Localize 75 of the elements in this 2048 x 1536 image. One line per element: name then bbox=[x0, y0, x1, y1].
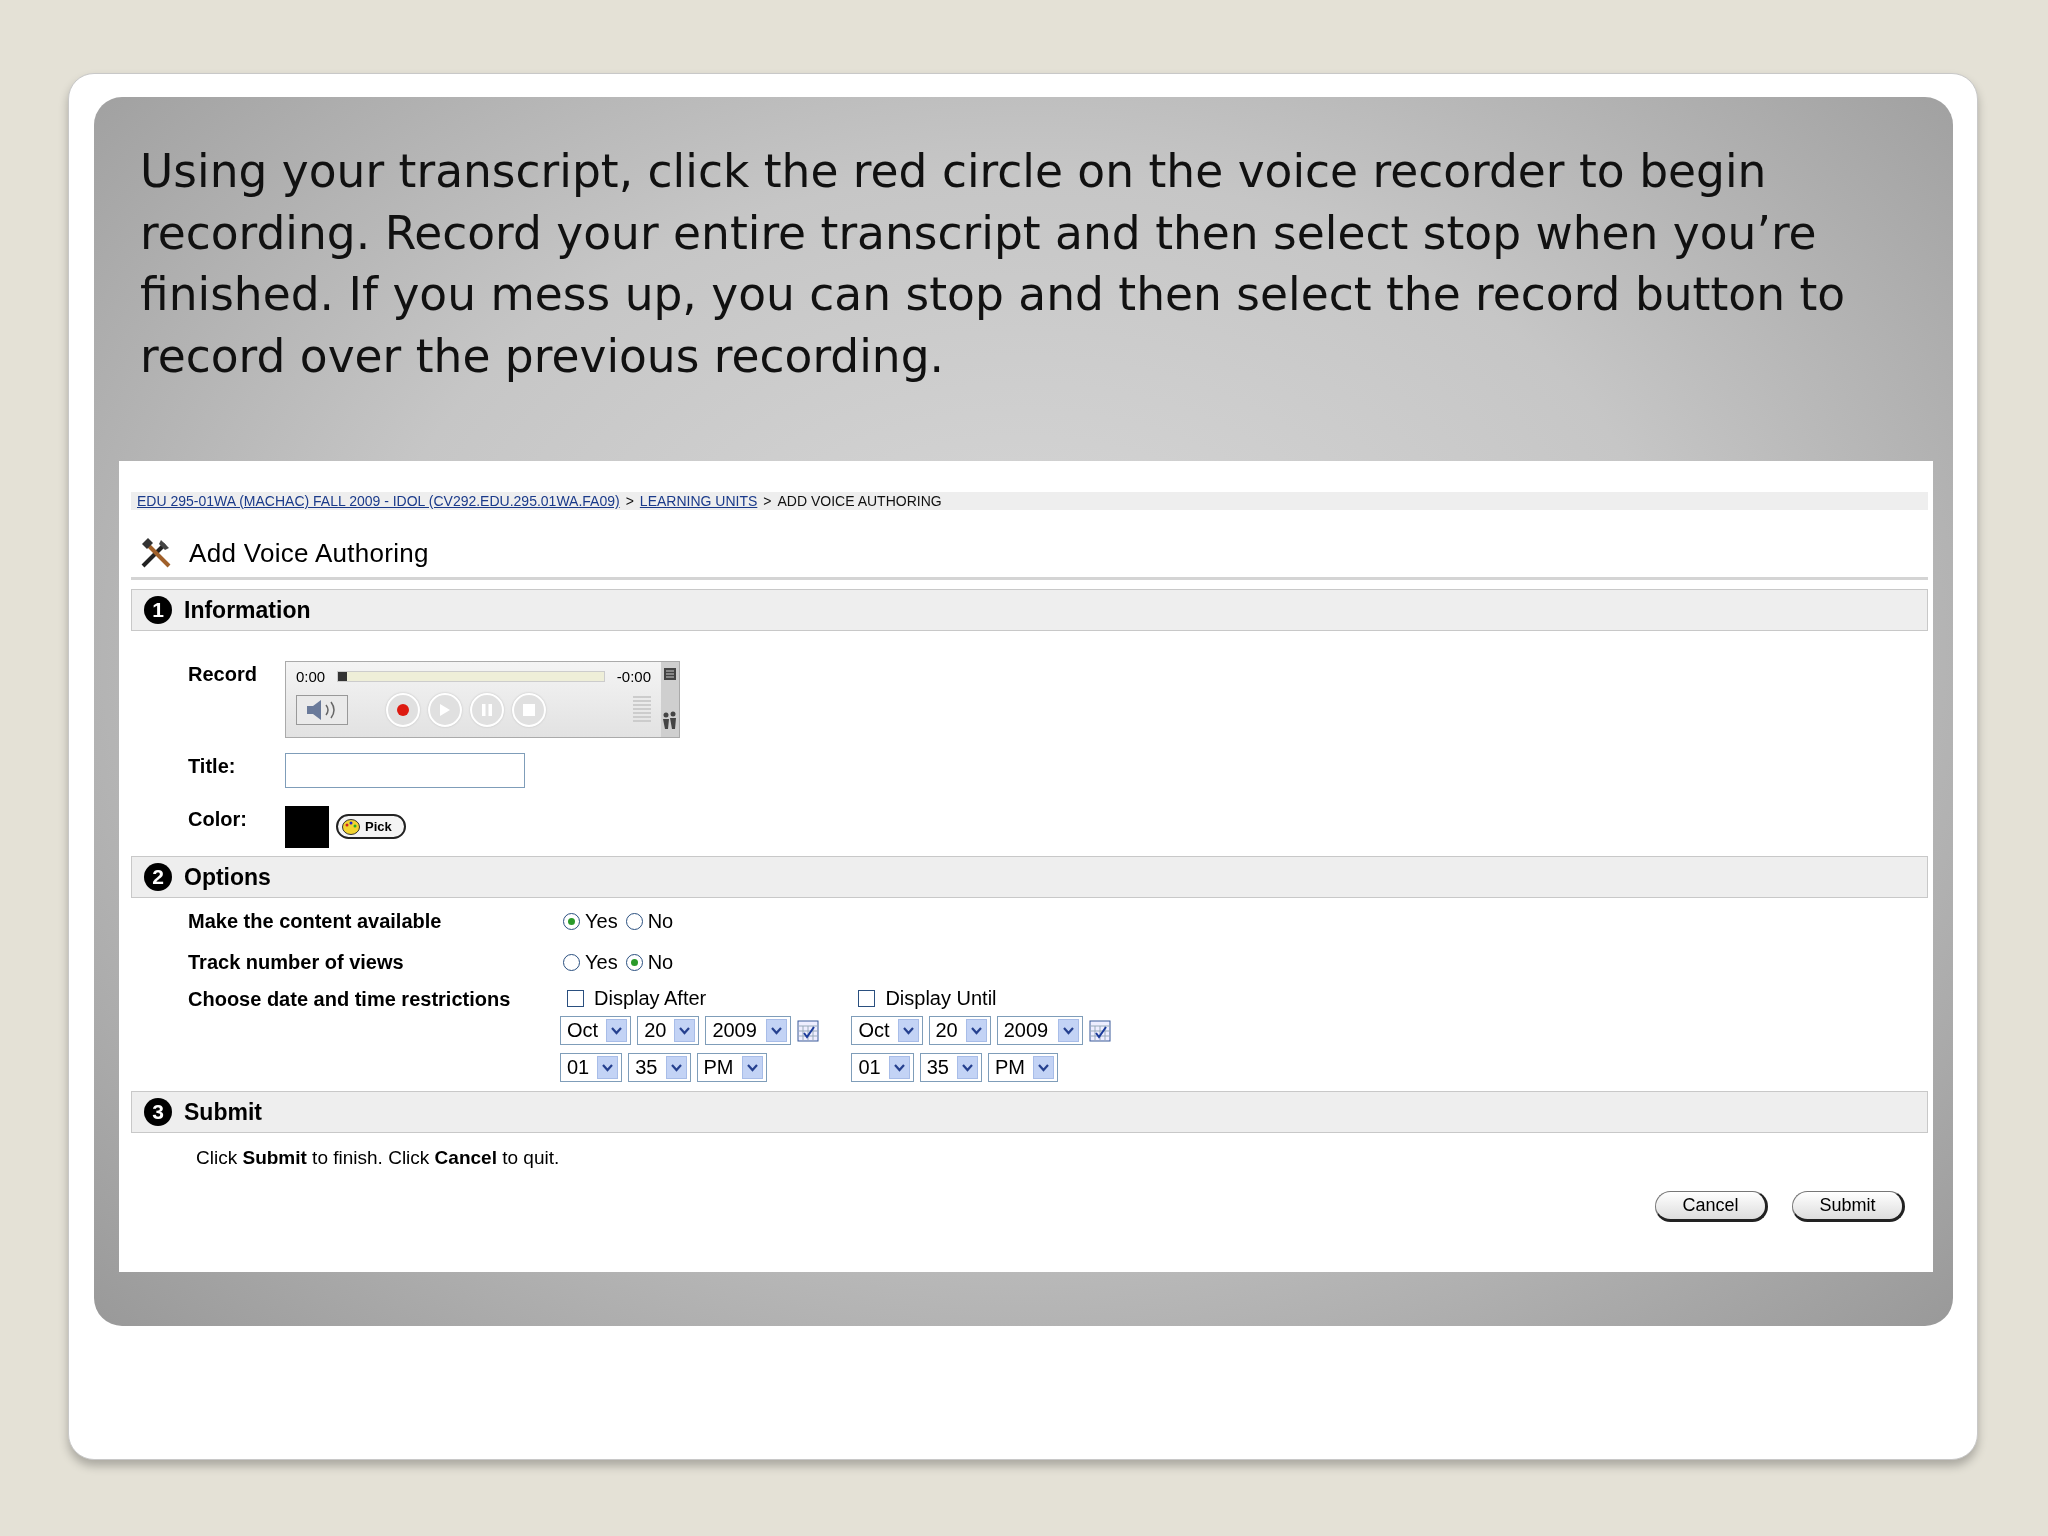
step-number: 3 bbox=[144, 1098, 172, 1126]
section-title: Options bbox=[184, 863, 271, 891]
record-icon bbox=[397, 704, 409, 716]
calendar-icon[interactable] bbox=[1088, 1019, 1111, 1042]
palette-icon bbox=[342, 818, 360, 835]
field-label: Color: bbox=[188, 807, 248, 831]
checkbox[interactable] bbox=[567, 989, 584, 1007]
radio-button[interactable] bbox=[563, 954, 580, 971]
dropdown[interactable]: Oct bbox=[851, 1016, 923, 1045]
breadcrumb-separator: > bbox=[763, 493, 772, 509]
dropdown[interactable]: 01 bbox=[851, 1053, 914, 1082]
title-field[interactable] bbox=[285, 753, 525, 788]
breadcrumb-current: ADD VOICE AUTHORING bbox=[777, 493, 942, 509]
dropdown[interactable]: PM bbox=[696, 1053, 767, 1082]
option-label: Choose date and time restrictions bbox=[188, 988, 512, 1011]
step-number: 2 bbox=[144, 863, 172, 891]
dropdown[interactable]: 01 bbox=[560, 1053, 623, 1082]
radio-button[interactable] bbox=[625, 954, 643, 971]
dropdown[interactable]: 2009 bbox=[996, 1016, 1083, 1045]
section-title: Information bbox=[184, 596, 311, 624]
chevron-down-icon bbox=[606, 1019, 628, 1042]
chevron-down-icon bbox=[665, 1056, 687, 1079]
chevron-down-icon bbox=[597, 1056, 619, 1079]
dropdown[interactable]: 20 bbox=[928, 1016, 991, 1045]
calendar-icon[interactable] bbox=[797, 1019, 820, 1042]
checkbox[interactable] bbox=[858, 989, 876, 1007]
dropdown[interactable]: 20 bbox=[637, 1016, 700, 1045]
instruction-text: Using your transcript, click the red circle on the voice recorder to begin recording. Record your entire transcript and then select stop when you’re finished. If you mess up, you can stop and then select the record button to record over the previous recording. bbox=[139, 144, 1847, 385]
step-number: 1 bbox=[144, 596, 172, 624]
submit-instructions: Click Submit to finish. Click Cancel to quit. bbox=[196, 1147, 561, 1169]
pause-icon bbox=[482, 704, 492, 716]
breadcrumb-separator: > bbox=[625, 493, 634, 509]
chevron-down-icon bbox=[674, 1019, 696, 1042]
field-label: Record bbox=[188, 662, 258, 686]
option-label: Make the content available bbox=[188, 910, 443, 933]
page-title: Add Voice Authoring bbox=[189, 537, 429, 569]
pick-button[interactable]: Pick bbox=[336, 814, 406, 839]
chevron-down-icon bbox=[1057, 1019, 1079, 1042]
chevron-down-icon bbox=[741, 1056, 763, 1079]
chevron-down-icon bbox=[888, 1056, 910, 1079]
chevron-down-icon bbox=[965, 1019, 987, 1042]
play-icon bbox=[440, 704, 450, 716]
dropdown[interactable]: 2009 bbox=[705, 1016, 792, 1045]
checkbox-option[interactable]: Display Until bbox=[851, 988, 1111, 1008]
chevron-down-icon bbox=[766, 1019, 788, 1042]
breadcrumb-link[interactable]: EDU 295-01WA (MACHAC) FALL 2009 - IDOL (CV292.EDU.295.01WA.FA09) bbox=[137, 493, 620, 509]
progress-thumb[interactable] bbox=[338, 672, 348, 681]
menu-icon[interactable] bbox=[664, 668, 676, 680]
people-icon bbox=[663, 711, 677, 729]
radio-option[interactable]: Yes bbox=[563, 910, 618, 933]
dropdown[interactable]: 35 bbox=[628, 1053, 691, 1082]
chevron-down-icon bbox=[1032, 1056, 1054, 1079]
chevron-down-icon bbox=[897, 1019, 919, 1042]
dropdown[interactable]: PM bbox=[987, 1053, 1058, 1082]
option-label: Track number of views bbox=[188, 951, 405, 974]
section-title: Submit bbox=[184, 1098, 262, 1126]
radio-option[interactable]: Yes bbox=[563, 951, 618, 974]
dropdown[interactable]: 35 bbox=[919, 1053, 982, 1082]
radio-option[interactable]: No bbox=[625, 951, 674, 974]
chevron-down-icon bbox=[956, 1056, 978, 1079]
checkbox-option[interactable]: Display After bbox=[560, 988, 820, 1008]
remaining-time: -0:00 bbox=[616, 668, 651, 685]
field-label: Title: bbox=[188, 754, 237, 778]
volume-button[interactable] bbox=[296, 695, 348, 725]
record-button[interactable] bbox=[386, 693, 420, 727]
dropdown[interactable]: Oct bbox=[560, 1016, 632, 1045]
radio-button[interactable] bbox=[625, 913, 643, 930]
stop-icon bbox=[523, 704, 535, 716]
breadcrumb-link[interactable]: LEARNING UNITS bbox=[639, 493, 758, 509]
form-button[interactable]: Submit bbox=[1792, 1191, 1905, 1222]
level-meter-icon bbox=[633, 696, 651, 724]
radio-button[interactable] bbox=[563, 913, 580, 930]
radio-option[interactable]: No bbox=[625, 910, 674, 933]
elapsed-time: 0:00 bbox=[296, 668, 326, 685]
form-button[interactable]: Cancel bbox=[1655, 1191, 1768, 1222]
